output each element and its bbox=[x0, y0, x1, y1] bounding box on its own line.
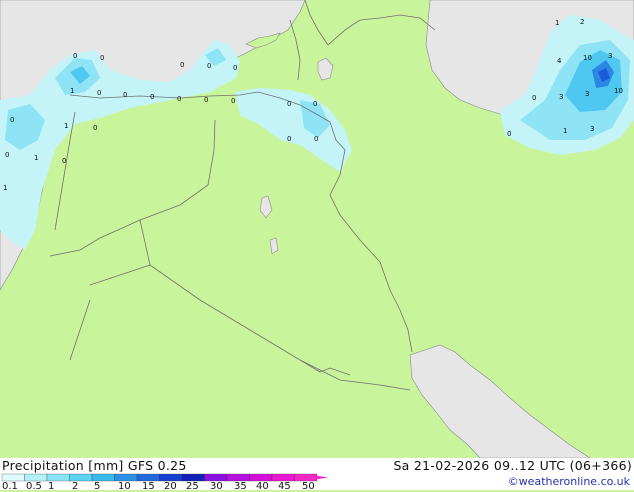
map-label: 3 bbox=[590, 125, 594, 133]
map-label: 1 bbox=[64, 122, 68, 130]
map-label: 0 bbox=[180, 61, 184, 69]
map-label: 1 bbox=[3, 184, 7, 192]
color-scale-cell bbox=[91, 473, 115, 482]
map-label: 0 bbox=[314, 135, 318, 143]
map-label: 0 bbox=[287, 135, 291, 143]
color-scale-cell bbox=[204, 473, 228, 482]
color-scale-cells bbox=[1, 473, 318, 482]
scale-tick-label: 15 bbox=[142, 481, 155, 492]
map-label: 0 bbox=[532, 94, 536, 102]
map-label: 0 bbox=[5, 151, 9, 159]
map-label: 0 bbox=[287, 100, 291, 108]
map-label: 3 bbox=[608, 52, 612, 60]
map-label: 0 bbox=[507, 130, 511, 138]
weather-map-view: 0 0 0 0 0 1 0 0 0 0 0 0 0 0 1 0 0 0 1 0 … bbox=[0, 0, 634, 492]
map-label: 1 bbox=[70, 87, 74, 95]
map-label: 3 bbox=[559, 93, 563, 101]
scale-tick-label: 10 bbox=[118, 481, 131, 492]
color-scale-cell bbox=[181, 473, 205, 482]
map-label: 0 bbox=[10, 116, 14, 124]
scale-tick-label: 45 bbox=[278, 481, 291, 492]
map-label: 10 bbox=[583, 54, 592, 62]
map-label: 0 bbox=[207, 62, 211, 70]
color-scale-cell bbox=[249, 473, 273, 482]
scale-tick-label: 30 bbox=[210, 481, 223, 492]
credit-link[interactable]: ©weatheronline.co.uk bbox=[508, 475, 630, 488]
color-scale-cell bbox=[159, 473, 183, 482]
color-scale-cell bbox=[69, 473, 93, 482]
scale-tick-label: 0.1 bbox=[2, 481, 18, 492]
map-label: 0 bbox=[93, 124, 97, 132]
map-label: 0 bbox=[313, 100, 317, 108]
color-scale-cell bbox=[271, 473, 295, 482]
color-scale-cell bbox=[114, 473, 138, 482]
scale-tick-label: 5 bbox=[94, 481, 101, 492]
scale-tick-label: 35 bbox=[234, 481, 247, 492]
scale-tick-label: 50 bbox=[302, 481, 315, 492]
map-label: 0 bbox=[100, 54, 104, 62]
map-label: 0 bbox=[231, 97, 235, 105]
map-title: Precipitation [mm] GFS 0.25 bbox=[2, 458, 187, 473]
scale-tick-label: 2 bbox=[72, 481, 79, 492]
map-label: 0 bbox=[233, 64, 237, 72]
color-scale-cell bbox=[226, 473, 250, 482]
map-label: 10 bbox=[614, 87, 623, 95]
map-label: 0 bbox=[177, 95, 181, 103]
map-label: 1 bbox=[563, 127, 567, 135]
map-label: 4 bbox=[557, 57, 562, 65]
color-scale-cell bbox=[1, 473, 25, 482]
map-label: 0 bbox=[123, 91, 127, 99]
map-label: 1 bbox=[555, 19, 559, 27]
scale-tick-label: 0.5 bbox=[26, 481, 42, 492]
color-scale-cell bbox=[24, 473, 48, 482]
scale-tick-label: 40 bbox=[256, 481, 269, 492]
color-scale-cell bbox=[136, 473, 160, 482]
color-scale-cell bbox=[46, 473, 70, 482]
scale-tick-label: 1 bbox=[48, 481, 55, 492]
map-label: 0 bbox=[62, 157, 66, 165]
scale-tick-label: 20 bbox=[164, 481, 177, 492]
map-label: 1 bbox=[34, 154, 38, 162]
scale-tick-label: 25 bbox=[186, 481, 199, 492]
map-label: 0 bbox=[204, 96, 208, 104]
map-label: 3 bbox=[585, 90, 589, 98]
valid-datetime: Sa 21-02-2026 09..12 UTC (06+366) bbox=[393, 458, 632, 473]
map-label: 2 bbox=[580, 18, 584, 26]
precipitation-map: 0 0 0 0 0 1 0 0 0 0 0 0 0 0 1 0 0 0 1 0 … bbox=[0, 0, 634, 458]
map-label: 0 bbox=[97, 89, 101, 97]
map-label: 0 bbox=[150, 93, 154, 101]
map-label: 0 bbox=[73, 52, 77, 60]
